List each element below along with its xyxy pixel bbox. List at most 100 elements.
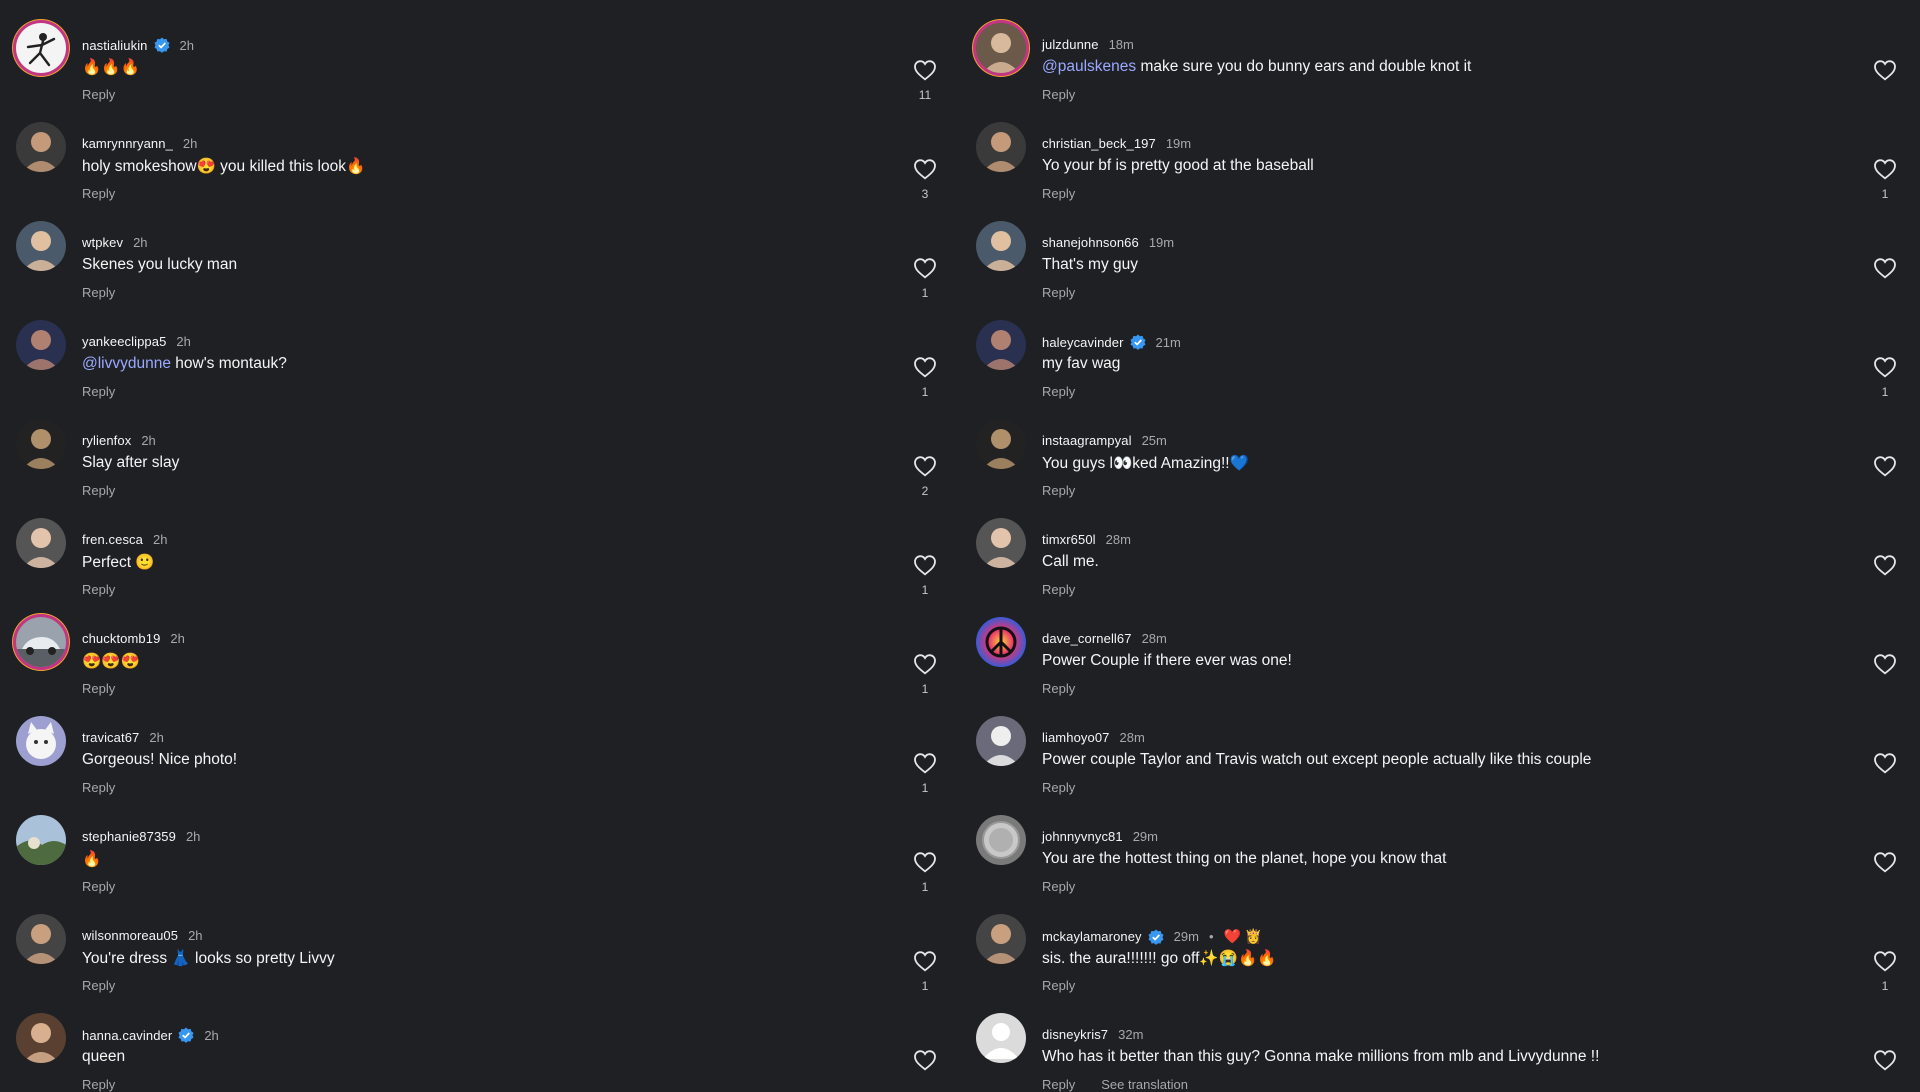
like-heart-icon[interactable] (913, 554, 937, 576)
like-heart-icon[interactable] (913, 950, 937, 972)
reply-button[interactable]: Reply (1042, 285, 1075, 300)
reply-button[interactable]: Reply (82, 681, 115, 696)
like-heart-icon[interactable] (1873, 59, 1897, 81)
cat-avatar[interactable] (16, 716, 66, 766)
portrait-avatar[interactable] (976, 23, 1026, 73)
username-link[interactable]: fren.cesca (82, 532, 143, 547)
like-heart-icon[interactable] (1873, 158, 1897, 180)
reply-button[interactable]: Reply (82, 384, 115, 399)
portrait-avatar[interactable] (976, 221, 1026, 271)
portrait-avatar[interactable] (16, 914, 66, 964)
username-link[interactable]: dave_cornell67 (1042, 631, 1132, 646)
reply-button[interactable]: Reply (1042, 582, 1075, 597)
like-heart-icon[interactable] (913, 455, 937, 477)
landscape-avatar[interactable] (16, 815, 66, 865)
reply-button[interactable]: Reply (1042, 681, 1075, 696)
username-link[interactable]: disneykris7 (1042, 1027, 1108, 1042)
comment-body: Power Couple if there ever was one! (1042, 652, 1292, 669)
reply-button[interactable]: Reply (1042, 780, 1075, 795)
see-translation-button[interactable]: See translation (1101, 1077, 1188, 1092)
portrait-avatar[interactable] (16, 122, 66, 172)
reply-button[interactable]: Reply (82, 780, 115, 795)
default-avatar[interactable] (976, 1013, 1026, 1063)
comment-item: wtpkev 2h Skenes you lucky man Reply 1 (0, 201, 960, 300)
like-heart-icon[interactable] (1873, 257, 1897, 279)
username-link[interactable]: wilsonmoreau05 (82, 928, 178, 943)
reply-button[interactable]: Reply (82, 87, 115, 102)
reply-button[interactable]: Reply (1042, 483, 1075, 498)
reply-button[interactable]: Reply (82, 978, 115, 993)
username-link[interactable]: christian_beck_197 (1042, 136, 1156, 151)
portrait-avatar[interactable] (16, 221, 66, 271)
reply-button[interactable]: Reply (82, 879, 115, 894)
username-link[interactable]: timxr650l (1042, 532, 1096, 547)
comment-timestamp: 25m (1141, 433, 1167, 448)
portrait-avatar[interactable] (976, 716, 1026, 766)
username-link[interactable]: chucktomb19 (82, 631, 160, 646)
like-heart-icon[interactable] (913, 1049, 937, 1071)
reply-button[interactable]: Reply See translation (1042, 1077, 1188, 1092)
mention-link[interactable]: @livvydunne (82, 355, 171, 372)
username-link[interactable]: rylienfox (82, 433, 131, 448)
like-heart-icon[interactable] (1873, 554, 1897, 576)
reply-button[interactable]: Reply (82, 186, 115, 201)
reply-button[interactable]: Reply (82, 1077, 115, 1092)
comment-item: instaagrampyal 25m You guys l👀ked Amazing!… (960, 399, 1920, 498)
portrait-avatar[interactable] (976, 122, 1026, 172)
reply-button[interactable]: Reply (1042, 879, 1075, 894)
portrait-avatar[interactable] (16, 419, 66, 469)
peace-avatar[interactable] (976, 617, 1026, 667)
username-link[interactable]: johnnyvnyc81 (1042, 829, 1123, 844)
username-link[interactable]: hanna.cavinder (82, 1028, 172, 1043)
username-link[interactable]: mckaylamaroney (1042, 929, 1142, 944)
portrait-avatar[interactable] (976, 518, 1026, 568)
comment-header: liamhoyo07 28m (1042, 730, 1145, 745)
portrait-avatar[interactable] (16, 1013, 66, 1063)
username-link[interactable]: julzdunne (1042, 37, 1099, 52)
username-link[interactable]: travicat67 (82, 730, 139, 745)
like-heart-icon[interactable] (1873, 851, 1897, 873)
car-avatar[interactable] (16, 617, 66, 667)
username-link[interactable]: instaagrampyal (1042, 433, 1132, 448)
mention-link[interactable]: @paulskenes (1042, 58, 1136, 75)
comment-header: nastialiukin 2h (82, 37, 194, 53)
portrait-avatar[interactable] (16, 518, 66, 568)
username-link[interactable]: kamrynnryann_ (82, 136, 173, 151)
dancer-avatar[interactable] (16, 23, 66, 73)
reply-button[interactable]: Reply (82, 582, 115, 597)
like-heart-icon[interactable] (913, 59, 937, 81)
comment-timestamp: 18m (1108, 37, 1134, 52)
portrait-avatar[interactable] (976, 320, 1026, 370)
like-heart-icon[interactable] (913, 752, 937, 774)
reply-button[interactable]: Reply (82, 285, 115, 300)
like-heart-icon[interactable] (913, 356, 937, 378)
like-heart-icon[interactable] (913, 257, 937, 279)
reply-button[interactable]: Reply (82, 483, 115, 498)
portrait-avatar[interactable] (976, 419, 1026, 469)
reply-button[interactable]: Reply (1042, 87, 1075, 102)
reply-button[interactable]: Reply (1042, 384, 1075, 399)
comment-text: @paulskenes make sure you do bunny ears … (1042, 58, 1471, 76)
username-link[interactable]: wtpkev (82, 235, 123, 250)
portrait-avatar[interactable] (16, 320, 66, 370)
like-heart-icon[interactable] (1873, 455, 1897, 477)
reply-button[interactable]: Reply (1042, 186, 1075, 201)
like-heart-icon[interactable] (1873, 356, 1897, 378)
comment-text: Slay after slay (82, 454, 179, 472)
username-link[interactable]: haleycavinder (1042, 335, 1124, 350)
reply-button[interactable]: Reply (1042, 978, 1075, 993)
username-link[interactable]: yankeeclippa5 (82, 334, 166, 349)
like-heart-icon[interactable] (913, 851, 937, 873)
username-link[interactable]: liamhoyo07 (1042, 730, 1110, 745)
username-link[interactable]: stephanie87359 (82, 829, 176, 844)
coin-avatar[interactable] (976, 815, 1026, 865)
like-heart-icon[interactable] (1873, 653, 1897, 675)
portrait-avatar[interactable] (976, 914, 1026, 964)
like-heart-icon[interactable] (1873, 752, 1897, 774)
like-heart-icon[interactable] (1873, 950, 1897, 972)
username-link[interactable]: shanejohnson66 (1042, 235, 1139, 250)
like-heart-icon[interactable] (913, 158, 937, 180)
username-link[interactable]: nastialiukin (82, 38, 148, 53)
like-heart-icon[interactable] (1873, 1049, 1897, 1071)
like-heart-icon[interactable] (913, 653, 937, 675)
